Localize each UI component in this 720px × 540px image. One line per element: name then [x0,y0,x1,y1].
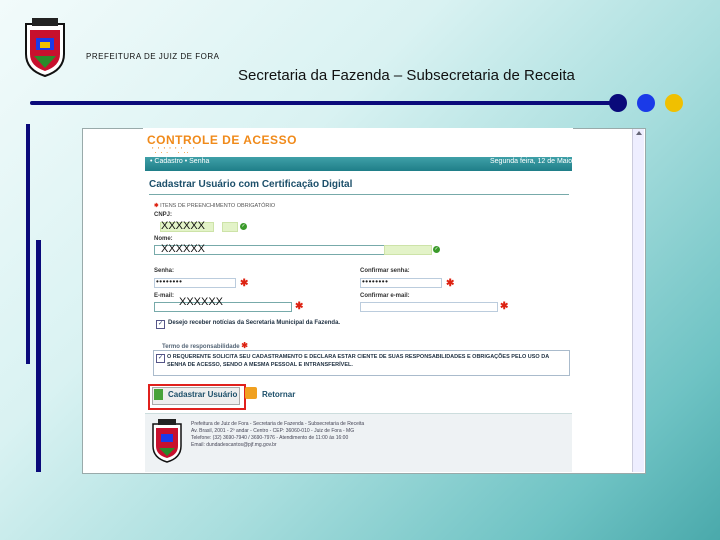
footer-line: Av. Brasil, 2001 - 2º andar - Centro - C… [191,428,355,434]
left-divider-1 [26,124,30,364]
footer-line: Telefone: (32) 3690-7940 / 3690-7976 - A… [191,435,349,441]
terms-checkbox[interactable]: ✓ [156,354,165,363]
terms-text: O REQUERENTE SOLICITA SEU CADASTRAMENTO … [167,354,549,368]
footer-coat-of-arms-logo [152,419,182,463]
scroll-up-icon[interactable] [635,131,642,135]
header-divider [30,101,620,105]
cadastrar-button-label[interactable]: Cadastrar Usuário [168,390,237,399]
email-required-icon: ✱ [295,301,304,312]
decor-dot-blue [637,94,655,112]
confirmar-senha-value: •••••••• [362,277,389,286]
decor-dot-yellow [665,94,683,112]
cnpj-field-suffix[interactable] [222,222,238,232]
cnpj-valid-icon: ✓ [240,223,247,230]
terms-label: Termo de responsabilidade ✱ [162,341,248,350]
city-coat-of-arms-logo [25,18,65,78]
newsletter-label: Desejo receber notícias da Secretaria Mu… [168,320,341,326]
newsletter-checkbox[interactable]: ✓ [156,320,165,329]
nome-label: Nome: [154,236,173,242]
return-icon[interactable] [245,387,257,399]
prefeitura-label: PREFEITURA DE JUIZ DE FORA [86,52,220,61]
nav-date: Segunda feira, 12 de Maio de 2014 [490,158,600,165]
email-value: XXXXXX [179,296,224,308]
retornar-link[interactable]: Retornar [262,390,295,399]
senha-value: •••••••• [156,277,183,286]
confirmar-senha-required-icon: ✱ [446,278,455,289]
required-note-text: ITENS DE PREENCHIMENTO OBRIGATÓRIO [160,203,276,209]
app-title-decoration: '.'.'.' '.'.. ' [152,146,196,155]
cnpj-label: CNPJ: [154,212,173,218]
nome-field-status [384,245,432,255]
confirmar-email-required-icon: ✱ [500,301,509,312]
senha-required-icon: ✱ [240,278,249,289]
required-note: ✱ ITENS DE PREENCHIMENTO OBRIGATÓRIO [154,203,276,209]
footer-text: Prefeitura de Juiz de Fora - Secretaria … [191,421,401,449]
left-divider-2 [36,240,41,472]
confirmar-email-label: Confirmar e-mail: [360,293,410,299]
footer-email[interactable]: Email: dundadescantos@pjf.mg.gov.br [191,442,401,449]
cnpj-value: XXXXXX [161,220,206,232]
senha-label: Senha: [154,268,175,274]
form-title: Cadastrar Usuário com Certificação Digit… [149,179,353,190]
nome-valid-icon: ✓ [433,246,440,253]
user-add-icon [154,389,163,400]
form-title-underline [149,194,569,195]
decor-dot-navy [609,94,627,112]
scrollbar[interactable] [632,129,644,472]
email-label: E-mail: [154,293,175,299]
confirmar-senha-label: Confirmar senha: [360,268,410,274]
app-title: CONTROLE DE ACESSO [147,133,297,147]
nav-menu[interactable]: • Cadastro • Senha [150,158,209,165]
nome-value: XXXXXX [161,243,206,255]
page-subtitle: Secretaria da Fazenda – Subsecretaria de… [238,67,575,84]
confirmar-email-field[interactable] [360,302,498,312]
footer-line: Prefeitura de Juiz de Fora - Secretaria … [191,421,365,427]
